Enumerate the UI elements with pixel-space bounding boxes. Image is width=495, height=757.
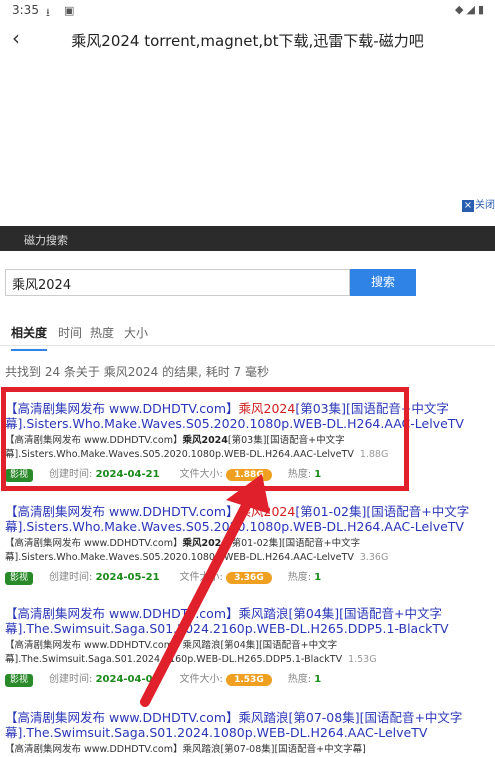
result-title-link[interactable]: 【高清剧集网发布 www.DDHDTV.com】乘风2024[第03集][国语配… [5,401,490,431]
result-size-badge: 1.88G [226,469,272,481]
page-title: 乘风2024 torrent,magnet,bt下载,迅雷下载-磁力吧 [71,32,424,50]
app-bar: ‹ 乘风2024 torrent,magnet,bt下载,迅雷下载-磁力吧 [0,22,495,56]
tab-size[interactable]: 大小 [124,324,148,341]
result-heat: 1 [314,674,322,685]
search-button[interactable]: 搜索 [350,269,416,296]
result-title-link[interactable]: 【高清剧集网发布 www.DDHDTV.com】乘风踏浪[第04集][国语配音+… [5,606,490,636]
result-date: 2024-05-21 [95,572,160,583]
category-badge: 影视 [5,469,34,482]
category-badge: 影视 [5,572,34,585]
result-description: 【高清剧集网发布 www.DDHDTV.com】乘风踏浪[第04集][国语配音+… [5,640,377,665]
status-right-icons: ◆◢▮ [455,3,487,16]
result-item: 【高清剧集网发布 www.DDHDTV.com】乘风踏浪[第04集][国语配音+… [5,606,490,687]
close-icon: × [462,200,474,212]
signal-icon: ◢ [466,3,478,16]
download-icon: ⭳ [46,6,50,19]
top-nav-label[interactable]: 磁力搜索 [24,232,68,248]
result-summary: 共找到 24 条关于 乘风2024 的结果, 耗时 7 毫秒 [5,365,269,379]
top-nav: 磁力搜索 [0,226,495,251]
result-date: 2024-04-01 [95,674,160,685]
tab-time[interactable]: 时间 [58,324,82,341]
tab-relevance[interactable]: 相关度 [11,324,48,351]
result-item: 【高清剧集网发布 www.DDHDTV.com】乘风2024[第03集][国语配… [5,401,490,482]
result-meta: 影视 创建时间: 2024-04-01 文件大小: 1.53G 热度: 1 [5,670,490,687]
result-meta: 影视 创建时间: 2024-04-21 文件大小: 1.88G 热度: 1 [5,465,490,482]
result-description: 【高清剧集网发布 www.DDHDTV.com】乘风踏浪[第07-08集][国语… [5,744,366,755]
result-title-link[interactable]: 【高清剧集网发布 www.DDHDTV.com】乘风踏浪[第07-08集][国语… [5,710,490,740]
result-item: 【高清剧集网发布 www.DDHDTV.com】乘风2024[第01-02集][… [5,504,490,585]
result-date: 2024-04-21 [95,469,160,480]
wifi-icon: ◆ [455,3,467,16]
result-heat: 1 [314,469,322,480]
result-description: 【高清剧集网发布 www.DDHDTV.com】乘风2024[第03集][国语配… [5,435,389,460]
status-time: 3:35 [12,3,39,17]
sort-tabs: 相关度 时间 热度 大小 [0,318,495,351]
search-input[interactable]: 乘风2024 [5,269,350,296]
image-icon: ▣ [64,4,75,17]
result-meta: 影视 创建时间: 2024-05-21 文件大小: 3.36G 热度: 1 [5,568,490,585]
battery-icon: ▮ [477,3,487,16]
result-size-badge: 1.53G [226,674,272,686]
result-size-badge: 3.36G [226,572,272,584]
category-badge: 影视 [5,674,34,687]
status-bar: 3:35 ⭳ ▣ ◆◢▮ [0,0,495,22]
ad-close-button[interactable]: × 关闭 [462,196,495,212]
result-item: 【高清剧集网发布 www.DDHDTV.com】乘风踏浪[第07-08集][国语… [5,710,490,757]
result-title-link[interactable]: 【高清剧集网发布 www.DDHDTV.com】乘风2024[第01-02集][… [5,504,490,534]
ad-close-label: 关闭 [475,200,495,211]
tab-heat[interactable]: 热度 [90,324,114,341]
result-heat: 1 [314,572,322,583]
back-arrow-icon[interactable]: ‹ [12,26,20,50]
result-description: 【高清剧集网发布 www.DDHDTV.com】乘风2024[第01-02集][… [5,538,389,563]
